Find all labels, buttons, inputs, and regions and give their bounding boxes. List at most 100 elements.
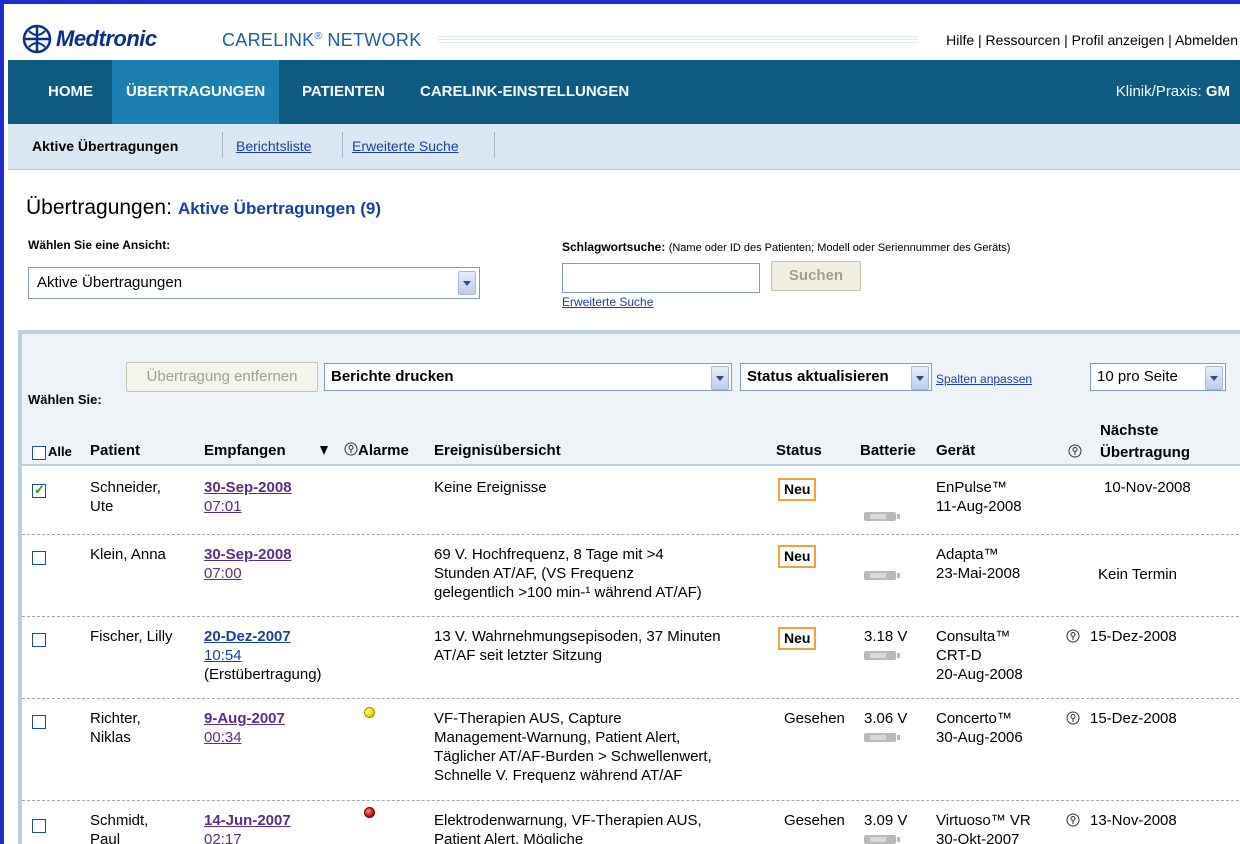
received-time-link[interactable]: 07:00 xyxy=(204,564,292,583)
status-badge: Neu xyxy=(778,478,817,501)
device-info: EnPulse™ 11-Aug-2008 xyxy=(936,479,1022,515)
per-page-select[interactable]: 10 pro Seite xyxy=(1090,363,1226,391)
event-summary: VF-Therapien AUS, Capture Management-War… xyxy=(434,710,712,784)
sub-nav: Aktive Übertragungen Berichtsliste Erwei… xyxy=(8,124,1240,170)
row-checkbox[interactable] xyxy=(32,482,46,498)
profile-link[interactable]: Profil anzeigen xyxy=(1072,32,1165,48)
chevron-down-icon[interactable] xyxy=(711,366,729,390)
next-transmission: 15-Dez-2008 xyxy=(1090,628,1177,645)
header-patient[interactable]: Patient xyxy=(90,442,140,459)
nav-carelink-settings[interactable]: CARELINK-EINSTELLUNGEN xyxy=(406,60,643,124)
row-checkbox[interactable] xyxy=(32,551,46,565)
resources-link[interactable]: Ressourcen xyxy=(986,32,1061,48)
battery-icon xyxy=(864,571,900,580)
nav-home[interactable]: HOME xyxy=(34,60,107,124)
subnav-divider xyxy=(494,132,495,158)
remove-transmission-button[interactable]: Übertragung entfernen xyxy=(126,362,318,392)
received-time-link[interactable]: 02:17 xyxy=(204,830,291,844)
remote-monitoring-icon xyxy=(1068,444,1082,458)
patient-name[interactable]: Fischer, Lilly xyxy=(90,627,173,646)
transmissions-panel: Übertragung entfernen Berichte drucken S… xyxy=(18,330,1240,844)
received-date: 30-Sep-2008 07:00 xyxy=(204,545,292,583)
choose-label: Wählen Sie: xyxy=(28,392,102,407)
row-checkbox[interactable] xyxy=(32,819,46,833)
patient-name[interactable]: Richter, Niklas xyxy=(90,709,141,747)
remote-monitoring-icon xyxy=(1066,629,1080,643)
event-summary: Keine Ereignisse xyxy=(434,479,547,496)
nav-transmissions[interactable]: ÜBERTRAGUNGEN xyxy=(112,60,280,124)
header-alarms[interactable]: Alarme xyxy=(344,442,409,459)
keyword-search-input[interactable] xyxy=(562,263,760,293)
table-row: Schneider,Ute 30-Sep-2008 07:01 Keine Er… xyxy=(22,468,1240,534)
received-time-link[interactable]: 10:54 xyxy=(204,646,322,665)
received-date: 20-Dez-2007 10:54 (Erstübertragung) xyxy=(204,627,322,684)
table-row: Schmidt, Paul 14-Jun-2007 02:17 Elektrode… xyxy=(22,801,1240,844)
header-battery[interactable]: Batterie xyxy=(860,442,916,459)
logout-link[interactable]: Abmelden xyxy=(1175,32,1238,48)
table-row: Fischer, Lilly 20-Dez-2007 10:54 (Erstüb… xyxy=(22,617,1240,697)
page-subtitle: Aktive Übertragungen (9) xyxy=(177,199,382,218)
logo-wordmark: Medtronic xyxy=(56,26,157,51)
row-checkbox[interactable] xyxy=(32,715,46,729)
next-transmission: 15-Dez-2008 xyxy=(1090,710,1177,727)
page-title: Übertragungen: Aktive Übertragungen (9) xyxy=(26,196,382,219)
medtronic-logo[interactable]: Medtronic xyxy=(22,24,157,54)
header-stripes xyxy=(438,35,918,43)
print-reports-select[interactable]: Berichte drucken xyxy=(324,363,732,391)
subnav-advanced-search[interactable]: Erweiterte Suche xyxy=(352,138,459,154)
view-label: Wählen Sie eine Ansicht: xyxy=(28,238,171,252)
advanced-search-link[interactable]: Erweiterte Suche xyxy=(562,295,653,309)
search-button[interactable]: Suchen xyxy=(771,261,861,291)
event-summary: 69 V. Hochfrequenz, 8 Tage mit >4 Stunde… xyxy=(434,546,702,601)
nav-patients[interactable]: PATIENTEN xyxy=(288,60,399,124)
header-next-transmission[interactable]: Nächste Übertragung xyxy=(1100,420,1190,464)
subnav-report-list[interactable]: Berichtsliste xyxy=(236,138,311,154)
received-date-link[interactable]: 30-Sep-2008 xyxy=(204,478,292,497)
status-text: Gesehen xyxy=(784,812,845,829)
table-row: Klein, Anna 30-Sep-2008 07:00 69 V. Hoch… xyxy=(22,535,1240,615)
customize-columns-link[interactable]: Spalten anpassen xyxy=(936,372,1032,386)
view-select[interactable]: Aktive Übertragungen xyxy=(28,267,480,299)
chevron-down-icon[interactable] xyxy=(458,271,476,295)
utility-links: Hilfe | Ressourcen | Profil anzeigen | A… xyxy=(946,32,1238,48)
sort-descending-icon[interactable] xyxy=(320,446,328,455)
received-date: 9-Aug-2007 00:34 xyxy=(204,709,285,747)
table-toolbar: Übertragung entfernen Berichte drucken S… xyxy=(22,334,1240,466)
chevron-down-icon[interactable] xyxy=(911,366,929,390)
received-date-link[interactable]: 14-Jun-2007 xyxy=(204,811,291,830)
battery-icon xyxy=(864,835,900,844)
remote-monitoring-icon xyxy=(1066,813,1080,827)
received-date: 14-Jun-2007 02:17 xyxy=(204,811,291,844)
main-nav: HOME ÜBERTRAGUNGEN PATIENTEN CARELINK-EI… xyxy=(8,60,1240,124)
received-date-link[interactable]: 9-Aug-2007 xyxy=(204,709,285,728)
medtronic-logo-icon xyxy=(22,24,52,54)
header-divider xyxy=(22,464,1240,466)
received-date-link[interactable]: 20-Dez-2007 xyxy=(204,627,322,646)
battery-voltage: 3.06 V xyxy=(864,710,908,727)
carelink-network-title: CARELINK® NETWORK xyxy=(222,30,422,50)
red-alarm-icon xyxy=(364,807,375,818)
select-all-checkbox[interactable] xyxy=(32,446,46,460)
header-status[interactable]: Status xyxy=(776,442,822,459)
row-checkbox[interactable] xyxy=(32,633,46,647)
keyword-search-label: Schlagwortsuche: (Name oder ID des Patie… xyxy=(562,240,1011,254)
header-events[interactable]: Ereignisübersicht xyxy=(434,442,561,459)
battery-voltage: 3.09 V xyxy=(864,812,908,829)
received-time-link[interactable]: 00:34 xyxy=(204,728,285,747)
patient-name[interactable]: Schneider, Ute xyxy=(90,478,161,516)
patient-name[interactable]: Klein, Anna xyxy=(90,545,166,564)
header-received[interactable]: Empfangen xyxy=(204,442,286,459)
chevron-down-icon[interactable] xyxy=(1205,366,1223,390)
clinic-indicator: Klinik/Praxis: GM xyxy=(1115,83,1230,100)
subnav-active-transmissions[interactable]: Aktive Übertragungen xyxy=(32,138,178,154)
patient-name[interactable]: Schmidt, Paul xyxy=(90,811,148,844)
battery-voltage: 3.18 V xyxy=(864,628,908,645)
event-summary: 13 V. Wahrnehmungsepisoden, 37 Minuten A… xyxy=(434,628,721,664)
update-status-select[interactable]: Status aktualisieren xyxy=(740,363,932,391)
received-date-link[interactable]: 30-Sep-2008 xyxy=(204,545,292,564)
received-time-link[interactable]: 07:01 xyxy=(204,497,292,516)
status-badge: Neu xyxy=(778,627,817,650)
device-info: Virtuoso™ VR 30-Okt-2007 xyxy=(936,812,1031,844)
header-device[interactable]: Gerät xyxy=(936,442,975,459)
help-link[interactable]: Hilfe xyxy=(946,32,974,48)
